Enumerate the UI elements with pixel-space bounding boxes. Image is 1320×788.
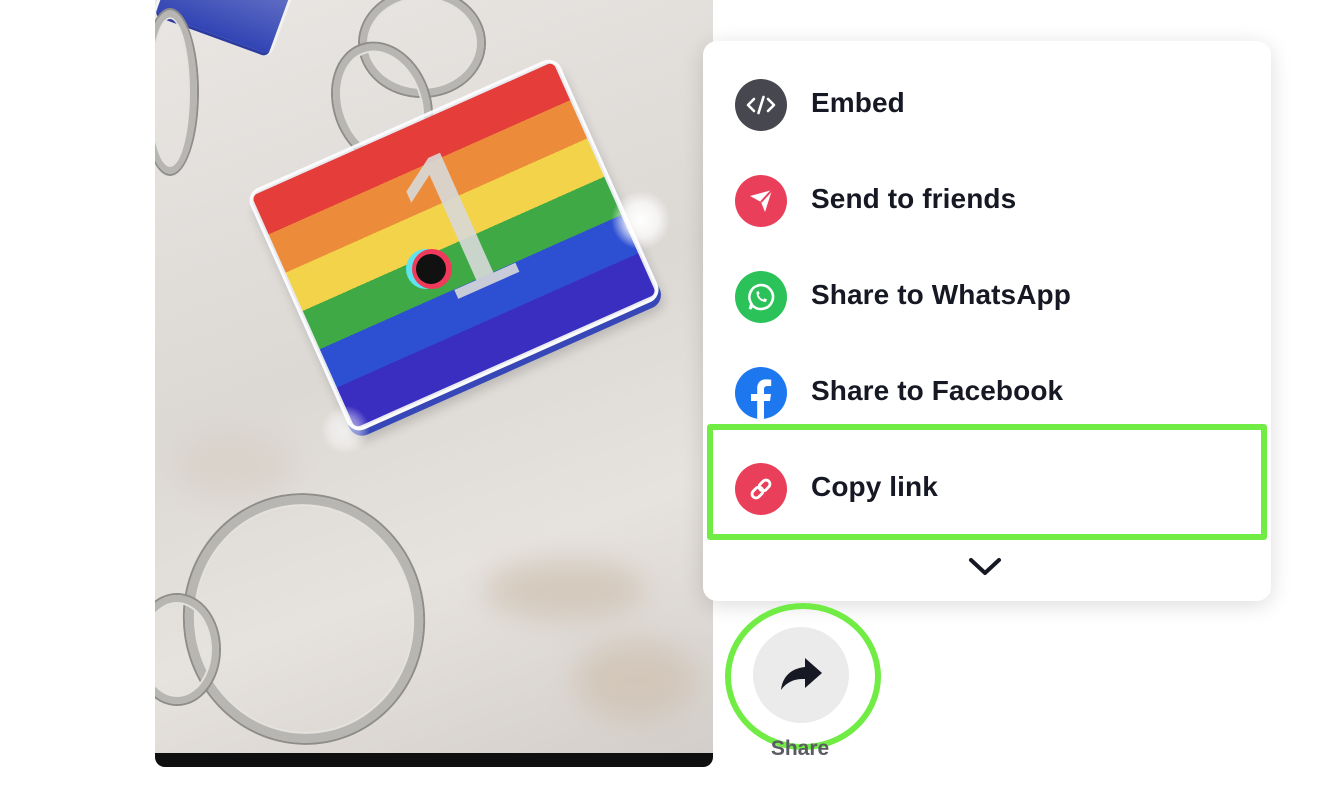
- whatsapp-icon: [735, 271, 787, 323]
- share-arrow-icon: [781, 658, 822, 690]
- marble-texture: [175, 430, 295, 500]
- share-option-whatsapp[interactable]: Share to WhatsApp: [703, 249, 1271, 345]
- embed-code-icon: [735, 79, 787, 131]
- key-ring: [155, 10, 197, 174]
- video-letterbox: [155, 753, 713, 767]
- share-option-label: Share to Facebook: [811, 375, 1064, 406]
- share-option-label: Copy link: [811, 471, 938, 502]
- share-menu: Embed Send to friends Share to WhatsApp …: [703, 41, 1271, 601]
- marble-texture: [485, 560, 645, 620]
- rainbow-stripes: 1: [251, 61, 657, 429]
- share-button-label: Share: [770, 737, 830, 760]
- share-option-copy-link[interactable]: Copy link: [703, 441, 1271, 537]
- number-one-glyph: 1: [362, 99, 563, 352]
- chevron-down-icon[interactable]: [965, 551, 1005, 581]
- share-option-facebook[interactable]: Share to Facebook: [703, 345, 1271, 441]
- light-reflection: [611, 190, 671, 250]
- light-reflection: [320, 405, 370, 455]
- share-button[interactable]: [753, 627, 849, 723]
- paper-plane-icon: [735, 175, 787, 227]
- facebook-icon: [735, 367, 787, 419]
- video-player[interactable]: 1: [155, 0, 713, 767]
- rainbow-keychain: 1: [245, 55, 663, 435]
- share-option-label: Share to WhatsApp: [811, 279, 1071, 310]
- link-icon: [735, 463, 787, 515]
- share-option-label: Embed: [811, 87, 905, 118]
- share-option-label: Send to friends: [811, 183, 1017, 214]
- share-option-embed[interactable]: Embed: [703, 57, 1271, 153]
- marble-texture: [575, 640, 695, 720]
- tiktok-dot-icon: [406, 249, 452, 289]
- share-option-send-to-friends[interactable]: Send to friends: [703, 153, 1271, 249]
